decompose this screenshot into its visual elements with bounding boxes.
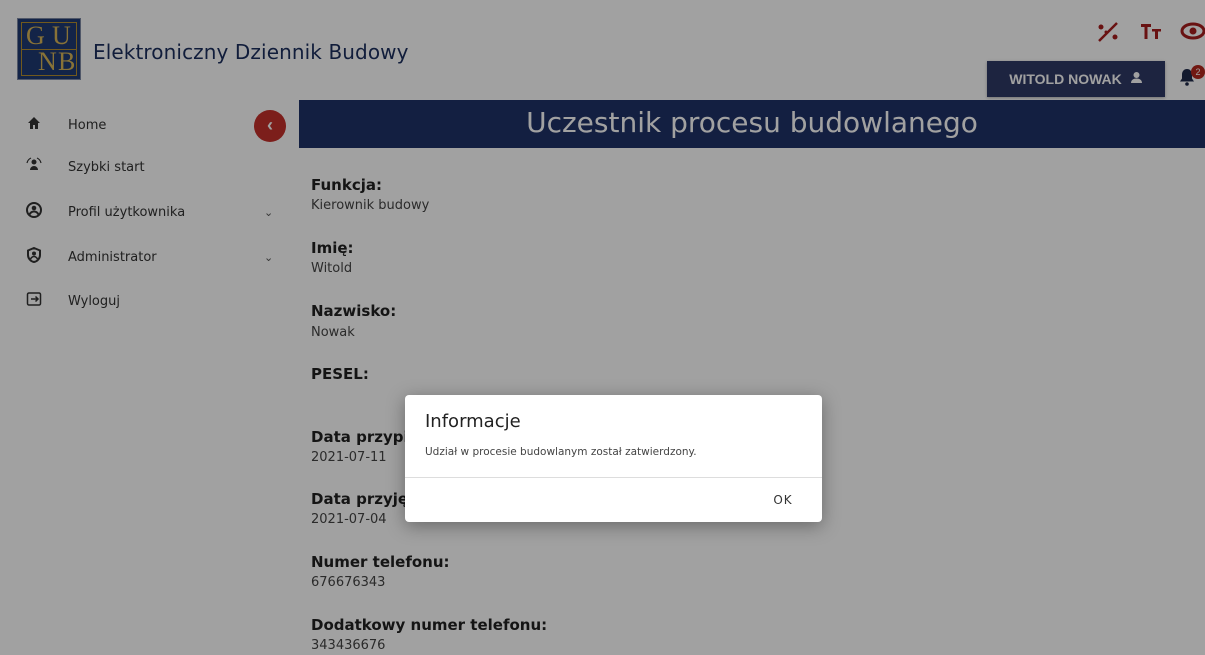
divider <box>405 477 822 478</box>
modal-backdrop[interactable] <box>0 0 1205 655</box>
info-dialog: Informacje Udział w procesie budowlanym … <box>405 395 822 522</box>
dialog-message: Udział w procesie budowlanym został zatw… <box>425 446 697 458</box>
ok-button[interactable]: OK <box>761 489 805 511</box>
dialog-title: Informacje <box>425 411 521 432</box>
